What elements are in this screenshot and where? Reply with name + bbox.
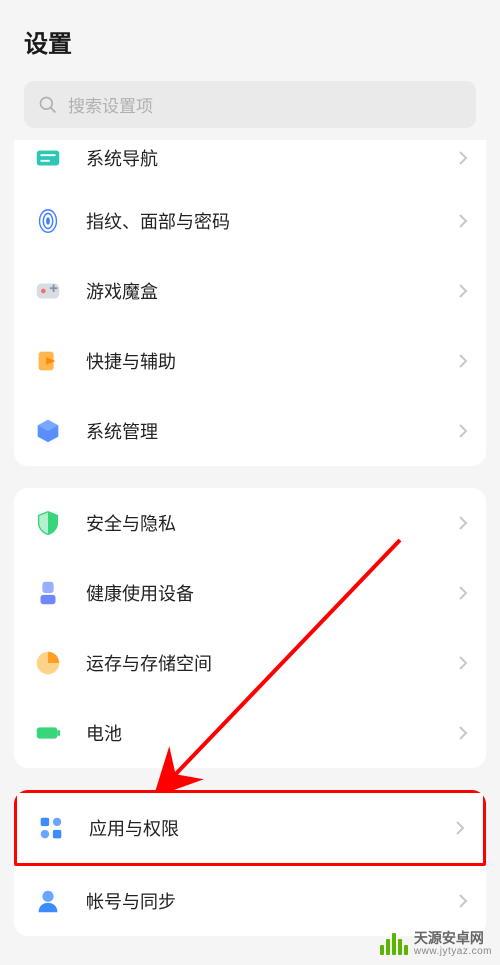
watermark-url: www.jytyaz.com [414,946,492,957]
chevron-right-icon [458,423,468,439]
row-label: 应用与权限 [89,815,455,841]
fingerprint-icon [32,205,64,237]
settings-group-2: 安全与隐私 健康使用设备 运存与存储空间 电池 [14,488,486,768]
nav-icon [32,142,64,174]
gamebox-icon [32,275,64,307]
system-icon [32,415,64,447]
settings-row-storage[interactable]: 运存与存储空间 [14,628,486,698]
settings-row-gamebox[interactable]: 游戏魔盒 [14,256,486,326]
row-label: 安全与隐私 [86,510,458,536]
battery-icon [32,717,64,749]
row-label: 指纹、面部与密码 [86,208,458,234]
chevron-right-icon [458,150,468,166]
row-label: 快捷与辅助 [86,348,458,374]
settings-row-system-nav[interactable]: 系统导航 [14,140,486,186]
chevron-right-icon [458,515,468,531]
watermark-logo-icon [380,933,408,955]
chevron-right-icon [458,213,468,229]
settings-row-battery[interactable]: 电池 [14,698,486,768]
row-label: 系统管理 [86,418,458,444]
row-label: 运存与存储空间 [86,650,458,676]
settings-row-account-sync[interactable]: 帐号与同步 [14,866,486,936]
page-title: 设置 [24,24,476,59]
settings-group-1: 系统导航 指纹、面部与密码 游戏魔盒 快捷与辅助 系统管理 [14,140,486,466]
row-label: 游戏魔盒 [86,278,458,304]
chevron-right-icon [458,893,468,909]
watermark: 天源安卓网 www.jytyaz.com [380,931,492,957]
search-placeholder: 搜索设置项 [68,92,153,117]
chevron-right-icon [458,725,468,741]
chevron-right-icon [458,655,468,671]
header: 设置 [0,0,500,73]
chevron-right-icon [458,353,468,369]
watermark-text: 天源安卓网 [414,931,492,946]
health-icon [32,577,64,609]
settings-row-shortcut[interactable]: 快捷与辅助 [14,326,486,396]
settings-row-fingerprint[interactable]: 指纹、面部与密码 [14,186,486,256]
search-icon [38,95,58,115]
chevron-right-icon [458,585,468,601]
row-label: 健康使用设备 [86,580,458,606]
storage-icon [32,647,64,679]
settings-row-apps-permissions[interactable]: 应用与权限 [14,790,486,866]
row-label: 帐号与同步 [86,888,458,914]
shortcut-icon [32,345,64,377]
settings-row-system[interactable]: 系统管理 [14,396,486,466]
settings-row-health[interactable]: 健康使用设备 [14,558,486,628]
row-label: 系统导航 [86,145,458,171]
chevron-right-icon [458,283,468,299]
shield-icon [32,507,64,539]
settings-row-security[interactable]: 安全与隐私 [14,488,486,558]
apps-icon [35,812,67,844]
account-icon [32,885,64,917]
row-label: 电池 [86,720,458,746]
chevron-right-icon [455,820,465,836]
search-input[interactable]: 搜索设置项 [24,81,476,128]
settings-group-3: 应用与权限 帐号与同步 [14,790,486,936]
